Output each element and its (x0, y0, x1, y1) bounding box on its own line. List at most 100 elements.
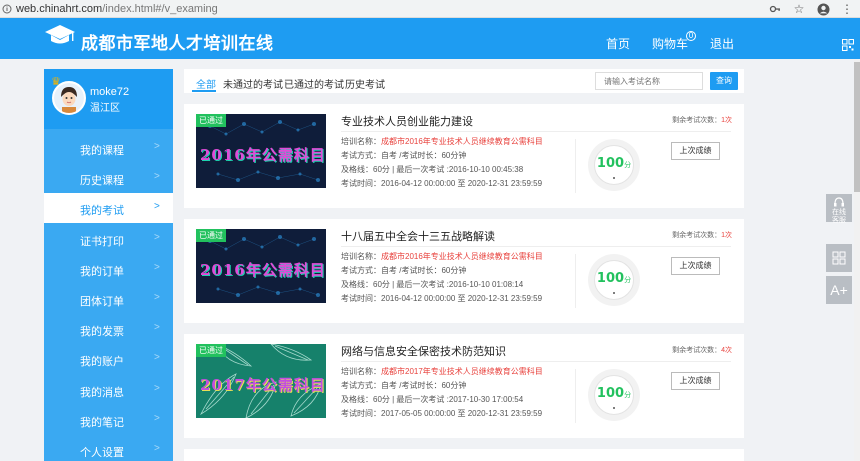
exam-card: 2017年公需科目 已通过 网络与信息安全保密技术防范知识 剩余考试次数：4次 … (184, 334, 744, 438)
exam-title[interactable]: 网络与信息安全保密技术防范知识 (341, 343, 506, 359)
sidebar-item-label: 团体订单 (80, 296, 124, 308)
chevron-right-icon: > (154, 443, 160, 454)
training-name: 培训名称：成都市2016年专业技术人员继续教育公需科目 (341, 252, 543, 261)
score-circle: 100分 (588, 139, 640, 191)
last-score-button[interactable]: 上次成绩 (671, 257, 720, 275)
exam-card: 2016年公需科目 已通过 十八届五中全会十三五战略解读 剩余考试次数：1次 培… (184, 219, 744, 323)
thumbnail-caption: 2017年公需科目 (200, 376, 326, 394)
sidebar-item-history-courses[interactable]: 历史课程 > (44, 163, 173, 193)
chevron-right-icon: > (154, 232, 160, 243)
sidebar-item-my-invoices[interactable]: 我的发票 > (44, 314, 173, 344)
exam-card: 2016年公需科目 已通过 专业技术人员创业能力建设 剩余考试次数：1次 培训名… (184, 104, 744, 208)
online-service-button[interactable]: 在线客服 (826, 194, 852, 224)
remaining-attempts: 剩余考试次数：4次 (672, 347, 732, 354)
chevron-right-icon: > (154, 262, 160, 273)
chevron-right-icon: > (154, 413, 160, 424)
thumbnail-caption: 2016年公需科目 (200, 146, 326, 164)
score-circle: 100分 (588, 254, 640, 306)
qr-code-icon (832, 251, 846, 265)
passed-badge: 已通过 (196, 229, 226, 242)
remaining-attempts: 剩余考试次数：1次 (672, 232, 732, 239)
divider (575, 369, 576, 423)
chevron-right-icon: > (154, 171, 160, 182)
tab-history[interactable]: 历史考试 (345, 76, 385, 91)
tab-all[interactable]: 全部 (196, 76, 216, 91)
course-thumbnail[interactable]: 2016年公需科目 已通过 (196, 229, 326, 303)
chevron-right-icon: > (154, 201, 160, 212)
headset-icon (834, 197, 844, 207)
pass-line: 及格线：60分 | 最后一次考试 :2016-10-10 01:08:14 (341, 280, 524, 289)
last-score-button[interactable]: 上次成绩 (671, 372, 720, 390)
last-score-button[interactable]: 上次成绩 (671, 142, 720, 160)
sidebar-item-label: 我的发票 (80, 326, 124, 338)
training-name: 培训名称：成都市2017年专业技术人员继续教育公需科目 (341, 367, 543, 376)
training-name: 培训名称：成都市2016年专业技术人员继续教育公需科目 (341, 137, 543, 146)
info-icon[interactable] (2, 4, 12, 14)
score-value: 100分 (596, 386, 632, 401)
qr-code-button[interactable] (826, 244, 852, 272)
pass-line: 及格线：60分 | 最后一次考试 :2016-10-10 00:45:38 (341, 165, 524, 174)
divider (575, 254, 576, 308)
divider (341, 131, 731, 132)
sidebar-item-my-courses[interactable]: 我的课程 > (44, 133, 173, 163)
thumbnail-caption: 2016年公需科目 (200, 261, 326, 279)
sidebar-item-label: 历史课程 (80, 175, 124, 187)
sidebar: ♛ moke72 温江区 我的课程 > 历史课程 > 我的考试 > 证书打印 > 我的订… (44, 69, 173, 461)
divider (575, 139, 576, 193)
divider (341, 246, 731, 247)
exam-method: 考试方式：自考 /考试时长：60分钟 (341, 151, 467, 160)
nav-home-link[interactable]: 首页 (606, 35, 630, 52)
course-thumbnail[interactable]: 2017年公需科目 已通过 (196, 344, 326, 418)
exam-time: 考试时间：2016-04-12 00:00:00 至 2020-12-31 23… (341, 179, 543, 188)
sidebar-item-label: 我的考试 (80, 205, 124, 217)
site-title: 成都市军地人才培训在线 (81, 34, 274, 53)
divider (341, 361, 731, 362)
chevron-right-icon: > (154, 383, 160, 394)
exam-title[interactable]: 十八届五中全会十三五战略解读 (341, 228, 495, 244)
exam-search-input[interactable] (595, 72, 703, 90)
sidebar-item-my-orders[interactable]: 我的订单 > (44, 254, 173, 284)
sidebar-item-personal-settings[interactable]: 个人设置 > (44, 435, 173, 461)
account-icon[interactable] (816, 2, 830, 16)
sidebar-item-certificate-print[interactable]: 证书打印 > (44, 224, 173, 254)
exam-title[interactable]: 专业技术人员创业能力建设 (341, 113, 473, 129)
sidebar-item-my-account[interactable]: 我的账户 > (44, 344, 173, 374)
pass-line: 及格线：60分 | 最后一次考试 :2017-10-30 17:00:54 (341, 395, 524, 404)
font-size-button[interactable]: A+ (826, 276, 852, 304)
tab-not-passed[interactable]: 未通过的考试 (223, 76, 283, 91)
exam-card (184, 449, 744, 461)
chevron-right-icon: > (154, 292, 160, 303)
passed-badge: 已通过 (196, 114, 226, 127)
sidebar-item-my-notes[interactable]: 我的笔记 > (44, 405, 173, 435)
score-value: 100分 (596, 156, 632, 171)
scrollbar-thumb[interactable] (854, 62, 860, 192)
course-thumbnail[interactable]: 2016年公需科目 已通过 (196, 114, 326, 188)
nav-cart-link[interactable]: 购物车 (652, 35, 688, 52)
sidebar-item-my-messages[interactable]: 我的消息 > (44, 375, 173, 405)
qr-code-icon[interactable] (842, 39, 854, 51)
url-text: web.chinahrt.com/index.html#/v_examing (16, 2, 218, 15)
username: moke72 (90, 86, 130, 98)
sidebar-item-my-exams[interactable]: 我的考试 > (44, 193, 173, 223)
chevron-right-icon: > (154, 322, 160, 333)
tab-passed[interactable]: 已通过的考试 (284, 76, 344, 91)
site-header: 成都市军地人才培训在线 首页 购物车 0 退出 (0, 18, 860, 59)
sidebar-item-label: 我的订单 (80, 266, 124, 278)
exam-method: 考试方式：自考 /考试时长：60分钟 (341, 381, 467, 390)
search-button[interactable]: 查询 (710, 72, 738, 90)
sidebar-item-label: 我的课程 (80, 145, 124, 157)
sidebar-item-label: 个人设置 (80, 447, 124, 459)
chevron-right-icon: > (154, 141, 160, 152)
graduation-cap-icon (45, 25, 75, 44)
star-icon[interactable]: ☆ (792, 2, 806, 16)
sidebar-item-group-orders[interactable]: 团体订单 > (44, 284, 173, 314)
score-circle: 100分 (588, 369, 640, 421)
sidebar-item-label: 证书打印 (80, 236, 124, 248)
browser-address-bar[interactable]: web.chinahrt.com/index.html#/v_examing ☆… (0, 0, 860, 18)
exam-time: 考试时间：2017-05-05 00:00:00 至 2020-12-31 23… (341, 409, 543, 418)
exam-time: 考试时间：2016-04-12 00:00:00 至 2020-12-31 23… (341, 294, 543, 303)
key-icon[interactable] (768, 2, 782, 16)
menu-dots-icon[interactable]: ⋮ (840, 2, 854, 16)
nav-logout-link[interactable]: 退出 (710, 35, 734, 52)
sidebar-item-label: 我的消息 (80, 387, 124, 399)
